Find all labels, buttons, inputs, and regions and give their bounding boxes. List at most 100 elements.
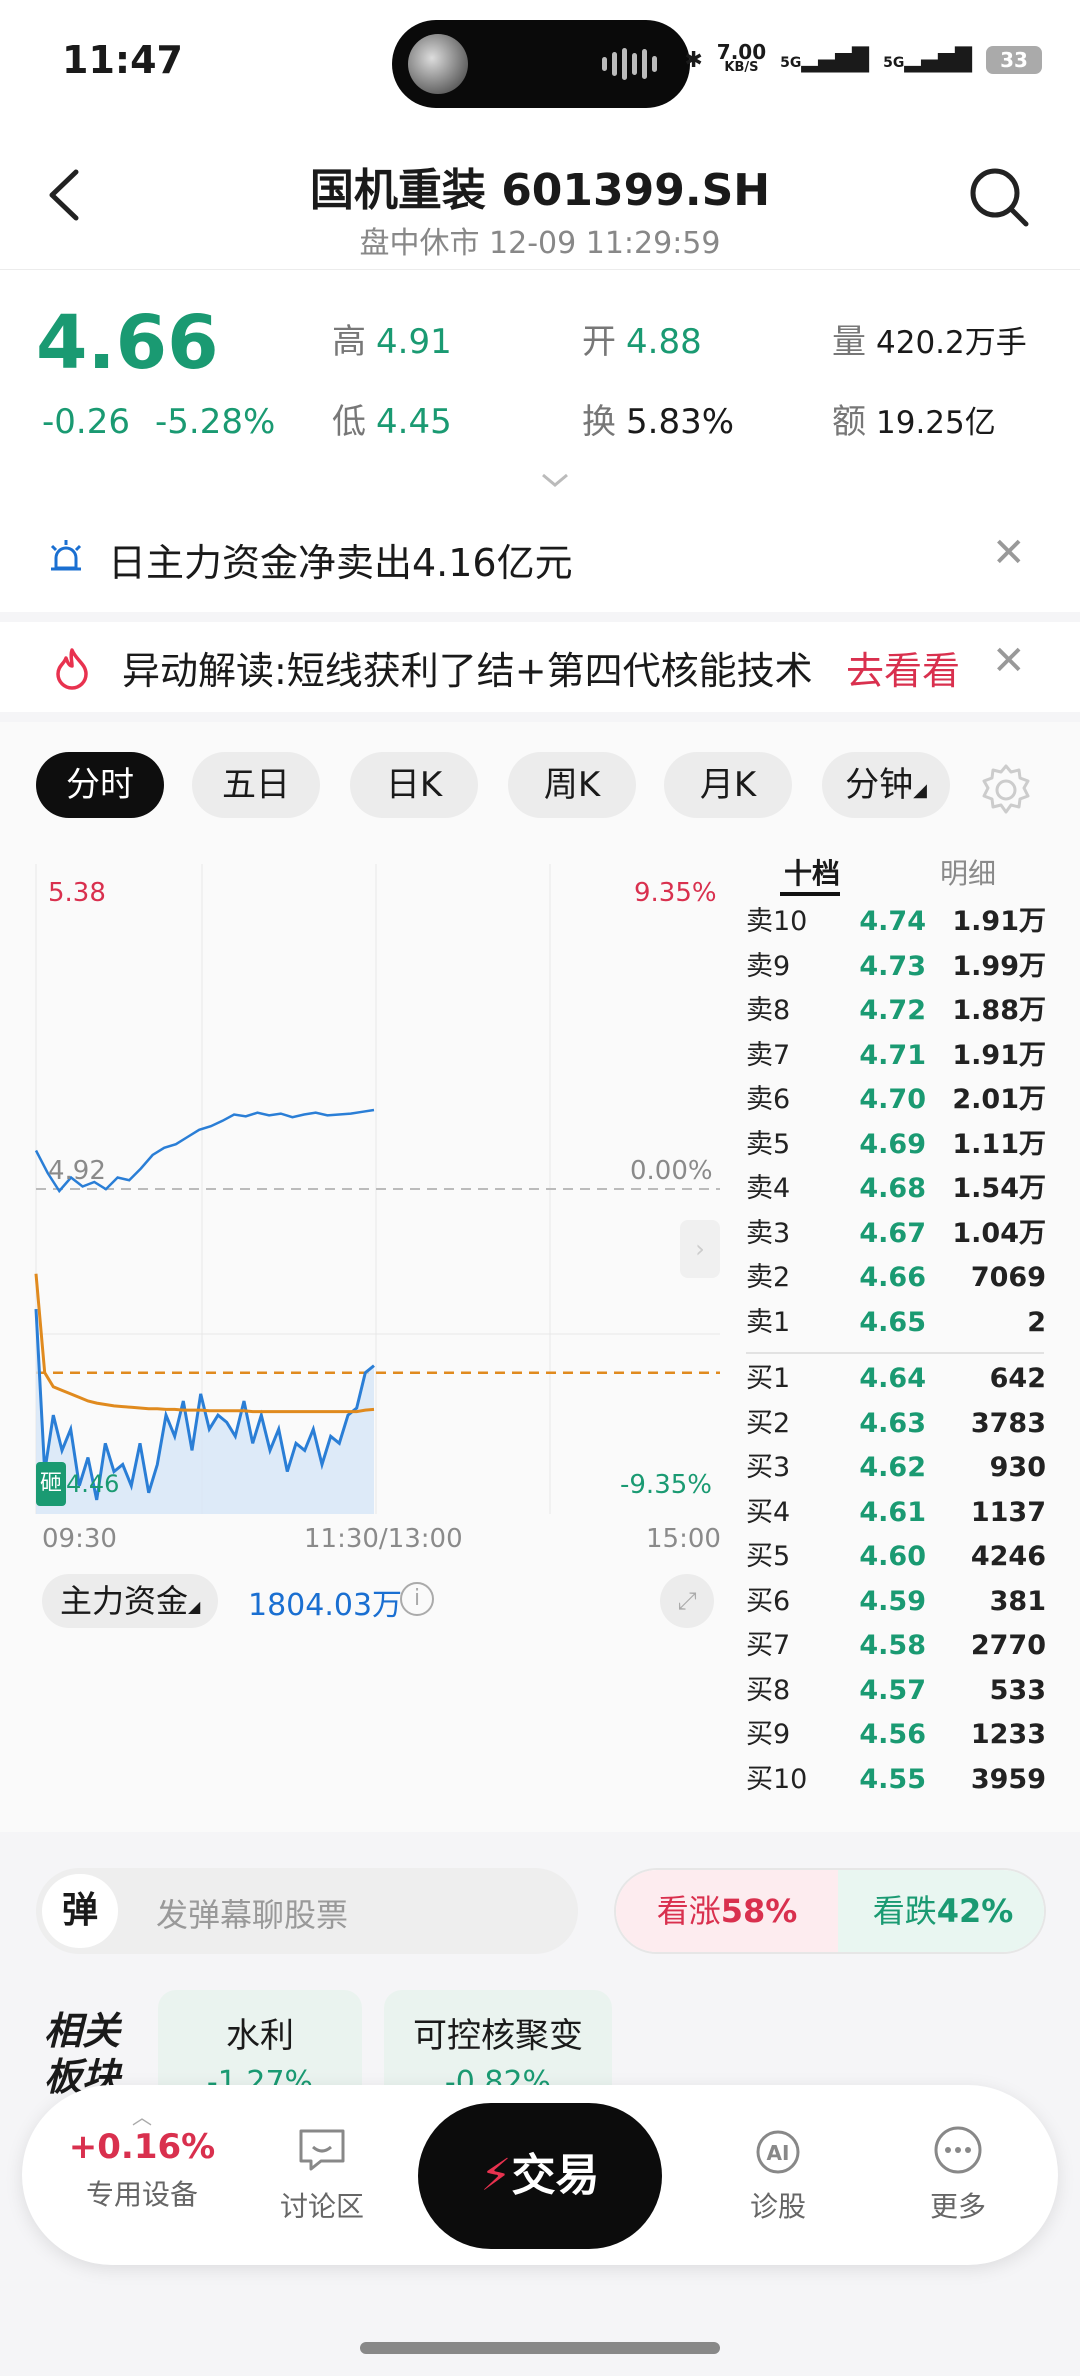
- nav-more[interactable]: 更多: [878, 2125, 1038, 2225]
- chevron-down-icon[interactable]: [540, 470, 570, 490]
- dynamic-island[interactable]: [392, 20, 690, 108]
- search-button[interactable]: [966, 164, 1032, 230]
- home-indicator: [360, 2342, 720, 2354]
- bid-row[interactable]: 买6 4.59 381: [746, 1580, 1046, 1625]
- ask-row[interactable]: 卖9 4.73 1.99万: [746, 945, 1046, 990]
- lightning-icon: ⚡: [480, 2150, 512, 2201]
- bid-row[interactable]: 买7 4.58 2770: [746, 1624, 1046, 1669]
- status-time: 11:47: [62, 38, 183, 82]
- bid-row[interactable]: 买4 4.61 1137: [746, 1491, 1046, 1536]
- book-divider: [746, 1352, 1044, 1354]
- nav-discussion[interactable]: 讨论区: [242, 2125, 402, 2225]
- stock-header: 国机重装 601399.SH 盘中休市 12-09 11:29:59: [0, 130, 1080, 270]
- anomaly-text: 异动解读:短线获利了结+第四代核能技术: [122, 649, 812, 693]
- nav-diagnose[interactable]: AI 诊股: [698, 2125, 858, 2225]
- vote-up-button[interactable]: 看涨58%: [616, 1870, 838, 1952]
- back-button[interactable]: [40, 160, 100, 230]
- current-price: 4.66: [36, 300, 219, 386]
- chart-card: 分时 五日 日K 周K 月K 分钟◢ 5.38 9.35% 4.92 0.00%…: [0, 712, 1080, 1832]
- axis-mid-pct: 0.00%: [630, 1156, 713, 1186]
- close-icon[interactable]: ✕: [992, 638, 1026, 684]
- tab-underline: [780, 892, 840, 896]
- net-speed: 7.00: [716, 40, 767, 64]
- tab-minute[interactable]: 分钟◢: [822, 752, 950, 818]
- time-mid: 11:30/13:00: [304, 1524, 463, 1554]
- quote-panel[interactable]: 4.66 -0.26 -5.28% 高 4.91 低 4.45 开 4.88 换 5.8…: [0, 270, 1080, 502]
- bid-row[interactable]: 买8 4.57 533: [746, 1669, 1046, 1714]
- ask-row[interactable]: 卖3 4.67 1.04万: [746, 1212, 1046, 1257]
- event-badge[interactable]: 砸: [36, 1462, 66, 1506]
- ask-row[interactable]: 卖6 4.70 2.01万: [746, 1078, 1046, 1123]
- market-status: 盘中休市 12-09 11:29:59: [359, 226, 721, 261]
- volume-stat: 量 420.2万手: [832, 322, 1027, 362]
- ask-row[interactable]: 卖8 4.72 1.88万: [746, 989, 1046, 1034]
- ai-icon: AI: [756, 2130, 800, 2174]
- nav-device-index[interactable]: ︿ +0.16% 专用设备: [62, 2107, 222, 2213]
- tab-detail[interactable]: 明细: [940, 852, 996, 892]
- ask-row[interactable]: 卖10 4.74 1.91万: [746, 900, 1046, 945]
- fund-flow-banner[interactable]: 日主力资金净卖出4.16亿元 ✕: [0, 502, 1080, 612]
- bid-row[interactable]: 买1 4.64 642: [746, 1357, 1046, 1402]
- time-start: 09:30: [42, 1524, 117, 1554]
- ask-row[interactable]: 卖5 4.69 1.11万: [746, 1123, 1046, 1168]
- ask-row[interactable]: 卖2 4.66 7069: [746, 1256, 1046, 1301]
- open-stat: 开 4.88: [582, 322, 702, 362]
- amount-stat: 额 19.25亿: [832, 402, 996, 442]
- status-bar: 11:47 ✱ 7.00 KB/S 5G▂▄▆█ 5G▂▄▆█ 33: [0, 0, 1080, 130]
- bluetooth-icon: ✱: [684, 47, 703, 73]
- danmu-placeholder: 发弹幕聊股票: [156, 1896, 349, 1934]
- bid-row[interactable]: 买5 4.60 4246: [746, 1535, 1046, 1580]
- trade-button[interactable]: ⚡交易: [418, 2103, 662, 2249]
- net-unit: KB/S: [724, 60, 759, 75]
- flame-icon: [56, 648, 88, 690]
- more-icon: [934, 2126, 982, 2174]
- fullscreen-icon[interactable]: ⤢: [660, 1574, 714, 1628]
- chevron-up-icon: ︿: [132, 2105, 152, 2129]
- svg-text:AI: AI: [767, 2141, 790, 2165]
- page-title: 国机重装 601399.SH: [309, 165, 771, 216]
- anomaly-banner[interactable]: 异动解读:短线获利了结+第四代核能技术 去看看 ✕: [0, 612, 1080, 712]
- close-icon[interactable]: ✕: [992, 530, 1026, 576]
- gear-icon[interactable]: [978, 762, 1034, 818]
- low-stat: 低 4.45: [332, 402, 452, 442]
- danmu-input[interactable]: 弹 发弹幕聊股票: [36, 1868, 578, 1954]
- axis-top-price: 5.38: [48, 878, 106, 908]
- tab-ten-levels[interactable]: 十档: [784, 852, 840, 892]
- bid-row[interactable]: 买3 4.62 930: [746, 1446, 1046, 1491]
- vote-down-button[interactable]: 看跌42%: [838, 1870, 1044, 1952]
- ask-row[interactable]: 卖1 4.65 2: [746, 1301, 1046, 1346]
- bottom-nav: ︿ +0.16% 专用设备 讨论区 ⚡交易 AI 诊股 更多: [22, 2085, 1058, 2265]
- danmu-toggle[interactable]: 弹: [42, 1874, 118, 1948]
- bid-row[interactable]: 买2 4.63 3783: [746, 1402, 1046, 1447]
- fund-value: 1804.03万: [248, 1588, 403, 1623]
- ask-row[interactable]: 卖7 4.71 1.91万: [746, 1034, 1046, 1079]
- fund-selector[interactable]: 主力资金◢: [42, 1574, 219, 1628]
- fund-flow-text: 日主力资金净卖出4.16亿元: [108, 541, 573, 585]
- battery-icon: 33: [986, 46, 1042, 74]
- avg-price-line: [34, 1273, 375, 1414]
- media-thumbnail: [408, 34, 468, 94]
- view-link[interactable]: 去看看: [846, 640, 960, 695]
- audio-wave-icon: [602, 46, 662, 82]
- intraday-chart[interactable]: [0, 722, 730, 1822]
- time-end: 15:00: [646, 1524, 721, 1554]
- bid-row[interactable]: 买10 4.55 3959: [746, 1758, 1046, 1803]
- axis-mid-price: 4.92: [48, 1156, 106, 1186]
- info-icon[interactable]: i: [400, 1582, 434, 1616]
- axis-bottom-pct: -9.35%: [620, 1470, 712, 1500]
- status-icons: ✱ 7.00 KB/S 5G▂▄▆█ 5G▂▄▆█ 33: [684, 40, 1042, 76]
- chevron-left-icon: [49, 169, 79, 221]
- sentiment-vote: 看涨58% 看跌42%: [614, 1868, 1046, 1954]
- turnover-stat: 换 5.83%: [582, 402, 735, 442]
- ask-row[interactable]: 卖4 4.68 1.54万: [746, 1167, 1046, 1212]
- price-change: -0.26: [42, 402, 130, 442]
- price-change-pct: -5.28%: [155, 402, 276, 442]
- high-stat: 高 4.91: [332, 322, 452, 362]
- search-icon: [970, 168, 1029, 227]
- alarm-icon: [50, 540, 82, 571]
- axis-top-pct: 9.35%: [634, 878, 717, 908]
- chevron-right-icon[interactable]: ›: [680, 1220, 720, 1278]
- bid-row[interactable]: 买9 4.56 1233: [746, 1713, 1046, 1758]
- chat-icon: [299, 2129, 345, 2171]
- signal-icon: 5G▂▄▆█: [780, 47, 870, 73]
